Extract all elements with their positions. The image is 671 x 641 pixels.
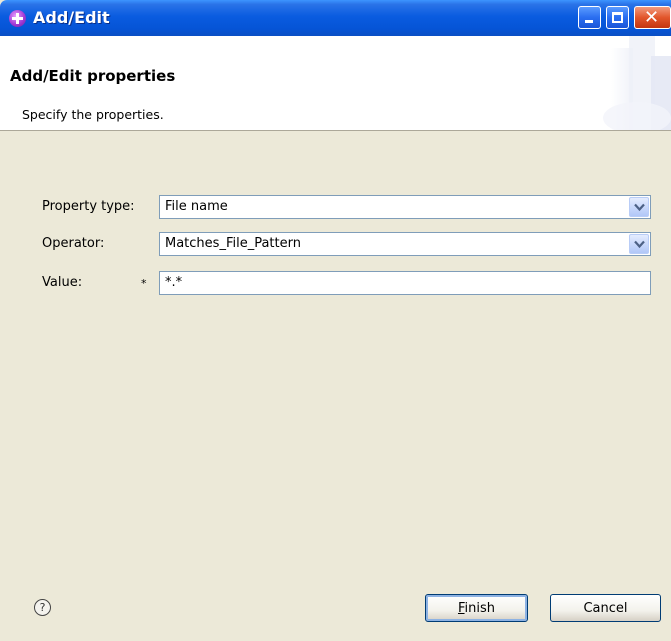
required-marker: * (141, 277, 147, 290)
close-button[interactable]: ✕ (634, 6, 671, 29)
dialog-window: Add/Edit ✕ Add/Edit properties Specify t… (0, 0, 671, 641)
dialog-footer: ? Finish Cancel (0, 565, 671, 641)
operator-select[interactable]: Matches_File_Pattern (159, 232, 651, 256)
chevron-down-icon (634, 240, 645, 249)
minimize-icon (585, 20, 593, 23)
property-type-value: File name (165, 199, 228, 214)
maximize-icon (612, 12, 623, 23)
title-bar[interactable]: Add/Edit ✕ (0, 0, 671, 36)
minimize-button[interactable] (578, 6, 601, 29)
property-type-select[interactable]: File name (159, 195, 651, 219)
header-banner: Add/Edit properties Specify the properti… (0, 36, 671, 131)
banner-graphic (603, 36, 671, 130)
property-type-row: Property type: File name (0, 195, 671, 221)
property-type-label: Property type: (42, 199, 135, 214)
page-description: Specify the properties. (22, 107, 164, 122)
property-type-dropdown-button[interactable] (629, 197, 649, 217)
help-icon[interactable]: ? (34, 599, 51, 616)
operator-label: Operator: (42, 236, 105, 251)
operator-row: Operator: Matches_File_Pattern (0, 232, 671, 258)
app-icon (9, 10, 26, 27)
close-icon: ✕ (644, 7, 660, 28)
page-title: Add/Edit properties (10, 67, 176, 85)
operator-value: Matches_File_Pattern (165, 236, 301, 251)
value-row: Value: * *.* (0, 271, 671, 297)
value-input[interactable]: *.* (159, 271, 651, 295)
cancel-button[interactable]: Cancel (550, 594, 661, 622)
value-input-text: *.* (165, 275, 183, 290)
operator-dropdown-button[interactable] (629, 234, 649, 254)
chevron-down-icon (634, 203, 645, 212)
finish-label-rest: inish (464, 601, 496, 616)
window-title: Add/Edit (33, 8, 110, 27)
finish-button[interactable]: Finish (425, 594, 528, 622)
maximize-button[interactable] (606, 6, 629, 29)
value-label: Value: (42, 275, 83, 290)
